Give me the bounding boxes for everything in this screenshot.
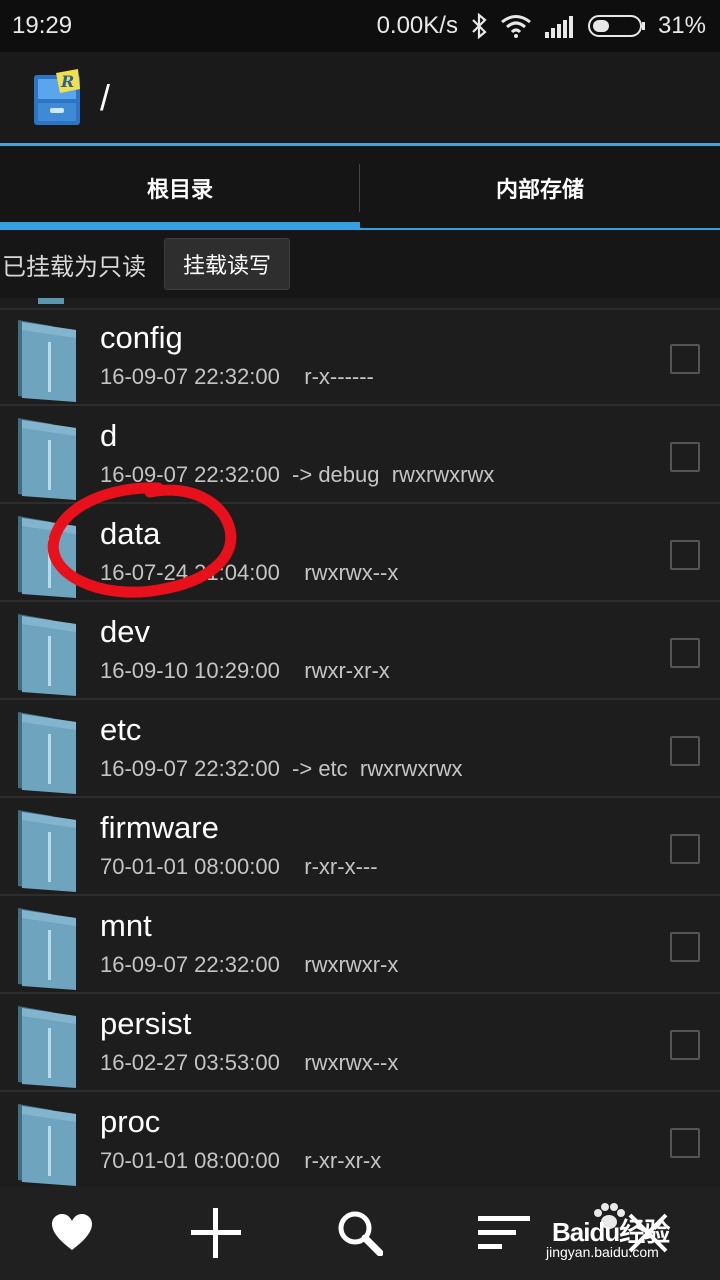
file-select-checkbox[interactable] (670, 736, 700, 766)
file-row-data[interactable]: data 16-07-24 21:04:00 rwxrwx--x (0, 506, 720, 602)
signal-icon (544, 16, 573, 38)
partial-row (0, 298, 720, 310)
file-select-checkbox[interactable] (670, 834, 700, 864)
battery-percent: 31% (657, 12, 706, 39)
file-meta: 70-01-01 08:00:00 r-xr-x--- (100, 854, 378, 879)
file-meta: 16-09-07 22:32:00 rwxrwxr-x (100, 952, 399, 977)
file-name: etc (100, 712, 142, 747)
bluetooth-icon (472, 13, 487, 39)
file-meta: 16-09-07 22:32:00 -> debug rwxrwxrwx (100, 462, 495, 487)
file-row-dev[interactable]: dev 16-09-10 10:29:00 rwxr-xr-x (0, 604, 720, 700)
net-speed: 0.00K/s (376, 12, 458, 39)
file-select-checkbox[interactable] (670, 344, 700, 374)
file-name: proc (100, 1104, 161, 1139)
file-select-checkbox[interactable] (670, 932, 700, 962)
wifi-icon (501, 15, 531, 38)
tab-internal-storage-label: 内部存储 (495, 177, 584, 202)
battery-icon (587, 15, 645, 37)
file-select-checkbox[interactable] (670, 638, 700, 668)
file-row-mnt[interactable]: mnt 16-09-07 22:32:00 rwxrwxr-x (0, 898, 720, 994)
file-select-checkbox[interactable] (670, 442, 700, 472)
file-row-firmware[interactable]: firmware 70-01-01 08:00:00 r-xr-x--- (0, 800, 720, 896)
search-button[interactable] (310, 1188, 410, 1278)
file-meta: 70-01-01 08:00:00 r-xr-xr-x (100, 1148, 382, 1173)
file-row-persist[interactable]: persist 16-02-27 03:53:00 rwxrwx--x (0, 996, 720, 1092)
file-name: data (100, 516, 161, 551)
file-name: config (100, 320, 183, 355)
favorites-button[interactable] (22, 1188, 122, 1278)
file-meta: 16-09-07 22:32:00 r-x------ (100, 364, 374, 389)
file-row-d[interactable]: d 16-09-07 22:32:00 -> debug rwxrwxrwx (0, 408, 720, 504)
search-icon (338, 1211, 383, 1256)
mount-rw-button[interactable]: 挂载读写 (164, 238, 291, 290)
file-name: d (100, 418, 118, 453)
folder-icon (18, 1006, 76, 1088)
file-meta: 16-02-27 03:53:00 rwxrwx--x (100, 1050, 399, 1075)
file-row-config[interactable]: config 16-09-07 22:32:00 r-x------ (0, 310, 720, 406)
file-name: persist (100, 1006, 192, 1041)
folder-icon (18, 614, 76, 696)
plus-icon (191, 1208, 241, 1258)
file-meta: 16-09-10 10:29:00 rwxr-xr-x (100, 658, 390, 683)
tab-internal-storage[interactable]: 内部存储 (360, 146, 720, 230)
baidu-watermark: Baidu经验 jingyan.baidu.com (518, 1200, 708, 1266)
folder-icon (18, 516, 76, 598)
folder-icon (18, 320, 76, 402)
file-select-checkbox[interactable] (670, 1128, 700, 1158)
add-button[interactable] (166, 1188, 266, 1278)
file-select-checkbox[interactable] (670, 1030, 700, 1060)
file-name: dev (100, 614, 150, 649)
tab-root-label: 根目录 (146, 177, 213, 202)
app-bar: R / (0, 52, 720, 144)
current-path: / (100, 77, 111, 118)
folder-icon (18, 712, 76, 794)
file-name: firmware (100, 810, 219, 845)
watermark-sub: jingyan.baidu.com (546, 1244, 659, 1260)
file-list[interactable]: config 16-09-07 22:32:00 r-x------ d 16-09-… (0, 298, 720, 1186)
folder-icon (18, 418, 76, 500)
tab-separator (359, 164, 360, 212)
heart-icon (52, 1214, 92, 1250)
status-time: 19:29 (12, 12, 73, 39)
folder-icon (18, 908, 76, 990)
file-meta: 16-07-24 21:04:00 rwxrwx--x (100, 560, 399, 585)
file-row-etc[interactable]: etc 16-09-07 22:32:00 -> etc rwxrwxrwx (0, 702, 720, 798)
file-select-checkbox[interactable] (670, 540, 700, 570)
status-bar: 19:29 0.00K/s 31% (0, 0, 720, 52)
mount-status: 已挂载为只读 (2, 253, 146, 281)
folder-icon (18, 1104, 76, 1186)
file-row-proc[interactable]: proc 70-01-01 08:00:00 r-xr-xr-x (0, 1094, 720, 1186)
file-name: mnt (100, 908, 152, 943)
tab-bar: 根目录 内部存储 (0, 146, 720, 230)
tab-root[interactable]: 根目录 (0, 146, 360, 230)
root-explorer-logo[interactable]: R (30, 67, 84, 129)
svg-text:R: R (60, 72, 74, 91)
file-meta: 16-09-07 22:32:00 -> etc rwxrwxrwx (100, 756, 463, 781)
status-indicators: 0.00K/s 31% (377, 12, 706, 40)
mount-bar: 已挂载为只读 挂载读写 (0, 230, 720, 298)
folder-icon (18, 810, 76, 892)
